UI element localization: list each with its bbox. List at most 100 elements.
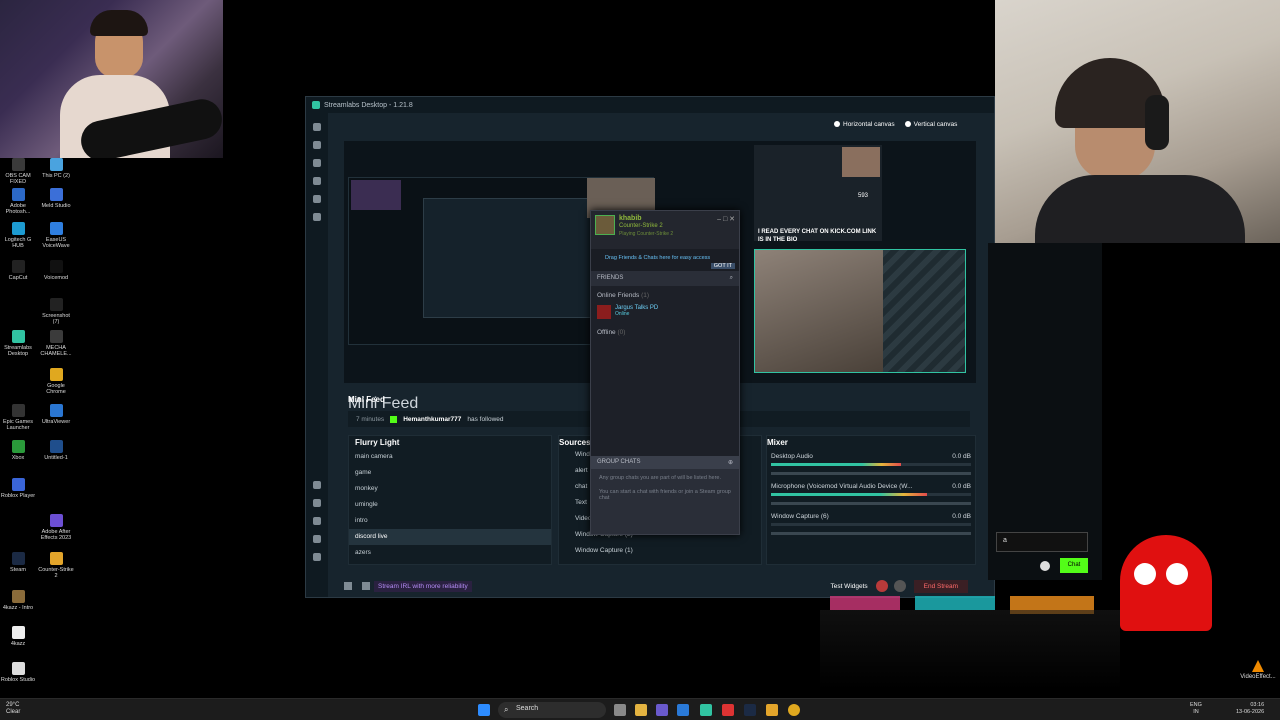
desktop-icon[interactable]: Epic Games Launcher bbox=[0, 404, 36, 431]
desktop-icon[interactable]: Adobe After Effects 2023 bbox=[38, 514, 74, 541]
scene-item[interactable]: intro bbox=[349, 513, 551, 529]
desktop-icon[interactable]: Roblox Player bbox=[0, 478, 36, 499]
friend-item[interactable]: Jargus Talks PD Online bbox=[591, 305, 739, 319]
nested-preview bbox=[423, 198, 593, 318]
horizontal-canvas-option[interactable]: Horizontal canvas bbox=[834, 121, 895, 128]
desktop-icon[interactable]: Logitech G HUB bbox=[0, 222, 36, 249]
desktop-icon[interactable]: Xbox bbox=[0, 440, 36, 461]
volume-slider[interactable] bbox=[771, 472, 971, 475]
task-view-icon[interactable] bbox=[614, 704, 626, 716]
guest-shirt bbox=[1035, 175, 1245, 243]
source-item[interactable]: Window Capture (1) bbox=[559, 543, 761, 559]
streamlabs-taskbar-icon[interactable] bbox=[700, 704, 712, 716]
language-indicator[interactable]: ENG IN bbox=[1190, 702, 1202, 715]
chat-input[interactable]: a bbox=[996, 532, 1088, 552]
settings-icon[interactable] bbox=[313, 535, 321, 543]
record-icon[interactable] bbox=[875, 580, 888, 592]
taskbar: 29°C Clear ⌕ Search ENG IN 03:16 13-06-2… bbox=[0, 698, 1280, 720]
help-icon[interactable] bbox=[313, 517, 321, 525]
friend-avatar bbox=[597, 305, 611, 319]
headphones bbox=[1145, 95, 1169, 150]
volume-meter-fill bbox=[771, 463, 901, 466]
chrome-icon[interactable] bbox=[788, 704, 800, 716]
gear-icon[interactable] bbox=[1040, 561, 1050, 571]
store-icon[interactable] bbox=[313, 159, 321, 167]
desktop-icon[interactable]: Roblox Studio bbox=[0, 662, 36, 683]
desktop-icon[interactable]: OBS CAM FIXED bbox=[0, 158, 36, 185]
scene-item[interactable]: azers bbox=[349, 545, 551, 561]
offline-header: Offline (0) bbox=[591, 319, 739, 346]
send-chat-button[interactable]: Chat bbox=[1060, 558, 1088, 573]
weather-widget[interactable]: 29°C Clear bbox=[6, 702, 20, 716]
editor-icon[interactable] bbox=[313, 123, 321, 131]
vscode-icon[interactable] bbox=[677, 704, 689, 716]
taskbar-app-icon[interactable] bbox=[722, 704, 734, 716]
vertical-canvas-option[interactable]: Vertical canvas bbox=[904, 121, 957, 128]
volume-slider[interactable] bbox=[771, 502, 971, 505]
scene-item[interactable]: umingle bbox=[349, 497, 551, 513]
online-header: Online Friends (1) bbox=[591, 286, 739, 305]
profile-icon[interactable] bbox=[313, 553, 321, 561]
scene-item[interactable]: discord live bbox=[349, 529, 551, 545]
desktop-icon[interactable]: Screenshot (7) bbox=[38, 298, 74, 325]
studio-mode-icon[interactable] bbox=[313, 481, 321, 489]
desktop-icon[interactable]: Steam bbox=[0, 552, 36, 573]
desktop-icon[interactable]: 4kazz bbox=[0, 626, 36, 647]
desktop-icon[interactable]: MECHA CHAMELE... bbox=[38, 330, 74, 357]
guest-cam-source bbox=[755, 250, 883, 372]
scene-item[interactable]: monkey bbox=[349, 481, 551, 497]
scene-item[interactable]: main camera bbox=[349, 449, 551, 465]
window-controls[interactable]: – □ ✕ bbox=[717, 215, 735, 245]
desktop-icon[interactable]: Voicemod bbox=[38, 260, 74, 281]
desktop-icon[interactable]: EaseUS VoiceWave bbox=[38, 222, 74, 249]
desktop-icon[interactable]: This PC (2) bbox=[38, 158, 74, 179]
desktop-icon[interactable]: UltraViewer bbox=[38, 404, 74, 425]
desktop-icon[interactable]: Untitled-1 bbox=[38, 440, 74, 461]
friend-status: Online bbox=[615, 311, 630, 317]
alertbox-icon[interactable] bbox=[313, 213, 321, 221]
highlighter-icon[interactable] bbox=[313, 195, 321, 203]
irl-promo-link[interactable]: Stream IRL with more reliability bbox=[374, 580, 472, 592]
desktop-icon[interactable]: Counter-Strike 2 bbox=[38, 552, 74, 579]
desktop-icon[interactable]: CapCut bbox=[0, 260, 36, 281]
steam-friends-window[interactable]: khabib Counter-Strike 2 Playing Counter-… bbox=[590, 210, 740, 535]
scene-item[interactable]: game bbox=[349, 465, 551, 481]
steam-taskbar-icon[interactable] bbox=[744, 704, 756, 716]
desktop-icon[interactable]: 4kazz - Intro bbox=[0, 590, 36, 611]
dashboard-icon[interactable] bbox=[313, 177, 321, 185]
search-icon[interactable]: ⌕ bbox=[730, 275, 733, 282]
schedule-icon[interactable] bbox=[893, 580, 906, 592]
vertical-preview-top[interactable]: 593 I READ EVERY CHAT ON KICK.COM LINK I… bbox=[754, 145, 882, 243]
desktop-icon-label: Google Chrome bbox=[46, 383, 66, 396]
discord-icon[interactable] bbox=[656, 704, 668, 716]
file-explorer-icon[interactable] bbox=[635, 704, 647, 716]
app-icon bbox=[11, 440, 25, 453]
counter-strike-icon[interactable] bbox=[766, 704, 778, 716]
got-it-button[interactable]: GOT IT bbox=[710, 263, 735, 269]
avatar[interactable] bbox=[595, 215, 615, 235]
volume-slider[interactable] bbox=[771, 532, 971, 535]
desktop-icon[interactable]: Google Chrome bbox=[38, 368, 74, 395]
desktop-icon-videoeffect[interactable]: VideoEffect... bbox=[1238, 660, 1278, 680]
horizontal-canvas-label: Horizontal canvas bbox=[843, 121, 895, 128]
desktop-icon-label: 4kazz - Intro bbox=[2, 605, 34, 611]
ghost-reflection bbox=[820, 610, 1120, 690]
end-stream-button[interactable]: End Stream bbox=[913, 579, 968, 593]
test-widgets-button[interactable]: Test Widgets bbox=[830, 583, 867, 590]
search-bar[interactable]: ⌕ Search bbox=[498, 702, 606, 718]
desktop-icon[interactable]: Streamlabs Desktop bbox=[0, 330, 36, 357]
app-icon bbox=[11, 478, 25, 491]
mini-feed-title-text: Mini Feed bbox=[348, 395, 385, 404]
titlebar[interactable]: Streamlabs Desktop - 1.21.8 bbox=[306, 97, 994, 113]
desktop-icon[interactable]: Adobe Photosh... bbox=[0, 188, 36, 215]
chat-panel: a Chat bbox=[988, 243, 1102, 580]
start-icon[interactable] bbox=[478, 704, 490, 716]
desktop-icon[interactable]: Meld Studio bbox=[38, 188, 74, 209]
themes-icon[interactable] bbox=[313, 141, 321, 149]
vertical-preview-selected[interactable] bbox=[754, 249, 966, 373]
clock[interactable]: 03:16 13-06-2026 bbox=[1236, 702, 1264, 715]
layout-icon[interactable] bbox=[313, 499, 321, 507]
canvas-toggle: Horizontal canvas Vertical canvas bbox=[834, 121, 957, 128]
desktop-icon-label: Voicemod bbox=[43, 275, 69, 281]
add-group-icon[interactable]: ⊕ bbox=[728, 459, 733, 466]
